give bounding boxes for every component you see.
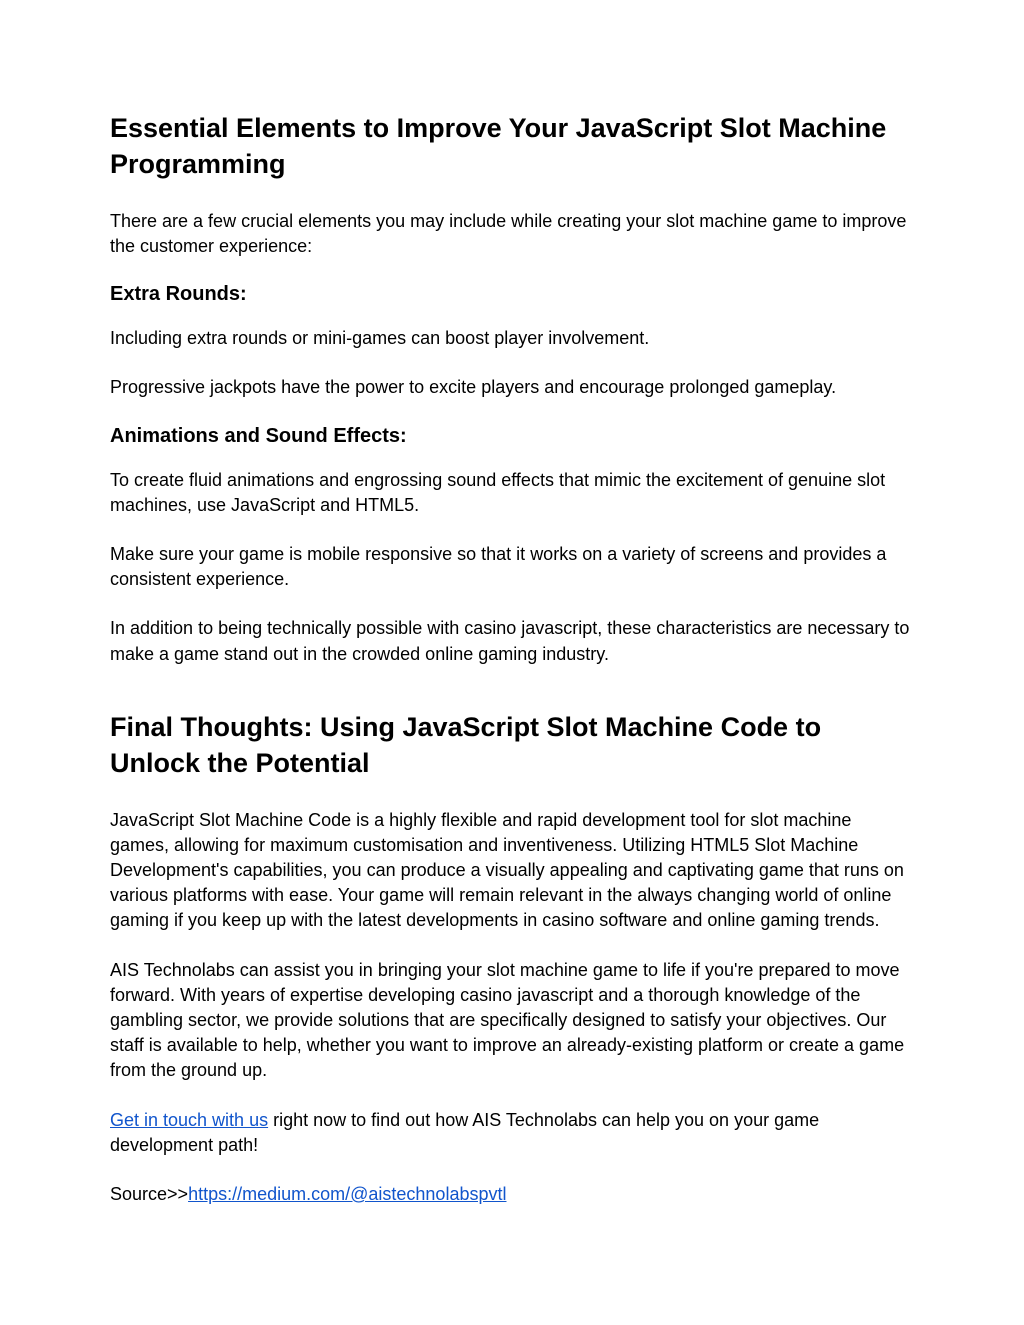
paragraph-extra-rounds-2: Progressive jackpots have the power to e… [110, 375, 914, 400]
contact-link[interactable]: Get in touch with us [110, 1110, 268, 1130]
source-link[interactable]: https://medium.com/@aistechnolabspvtl [188, 1184, 506, 1204]
subheading-extra-rounds: Extra Rounds: [110, 283, 914, 306]
paragraph-final-2: AIS Technolabs can assist you in bringin… [110, 958, 914, 1084]
paragraph-animations-1: To create fluid animations and engrossin… [110, 468, 914, 518]
heading-final-thoughts: Final Thoughts: Using JavaScript Slot Ma… [110, 709, 914, 782]
source-prefix: Source>> [110, 1184, 188, 1204]
paragraph-final-1: JavaScript Slot Machine Code is a highly… [110, 808, 914, 934]
paragraph-animations-2: Make sure your game is mobile responsive… [110, 542, 914, 592]
paragraph-animations-3: In addition to being technically possibl… [110, 616, 914, 666]
paragraph-contact: Get in touch with us right now to find o… [110, 1108, 914, 1158]
intro-paragraph: There are a few crucial elements you may… [110, 209, 914, 259]
heading-essential-elements: Essential Elements to Improve Your JavaS… [110, 110, 914, 183]
paragraph-extra-rounds-1: Including extra rounds or mini-games can… [110, 326, 914, 351]
source-line: Source>>https://medium.com/@aistechnolab… [110, 1182, 914, 1207]
subheading-animations: Animations and Sound Effects: [110, 425, 914, 448]
